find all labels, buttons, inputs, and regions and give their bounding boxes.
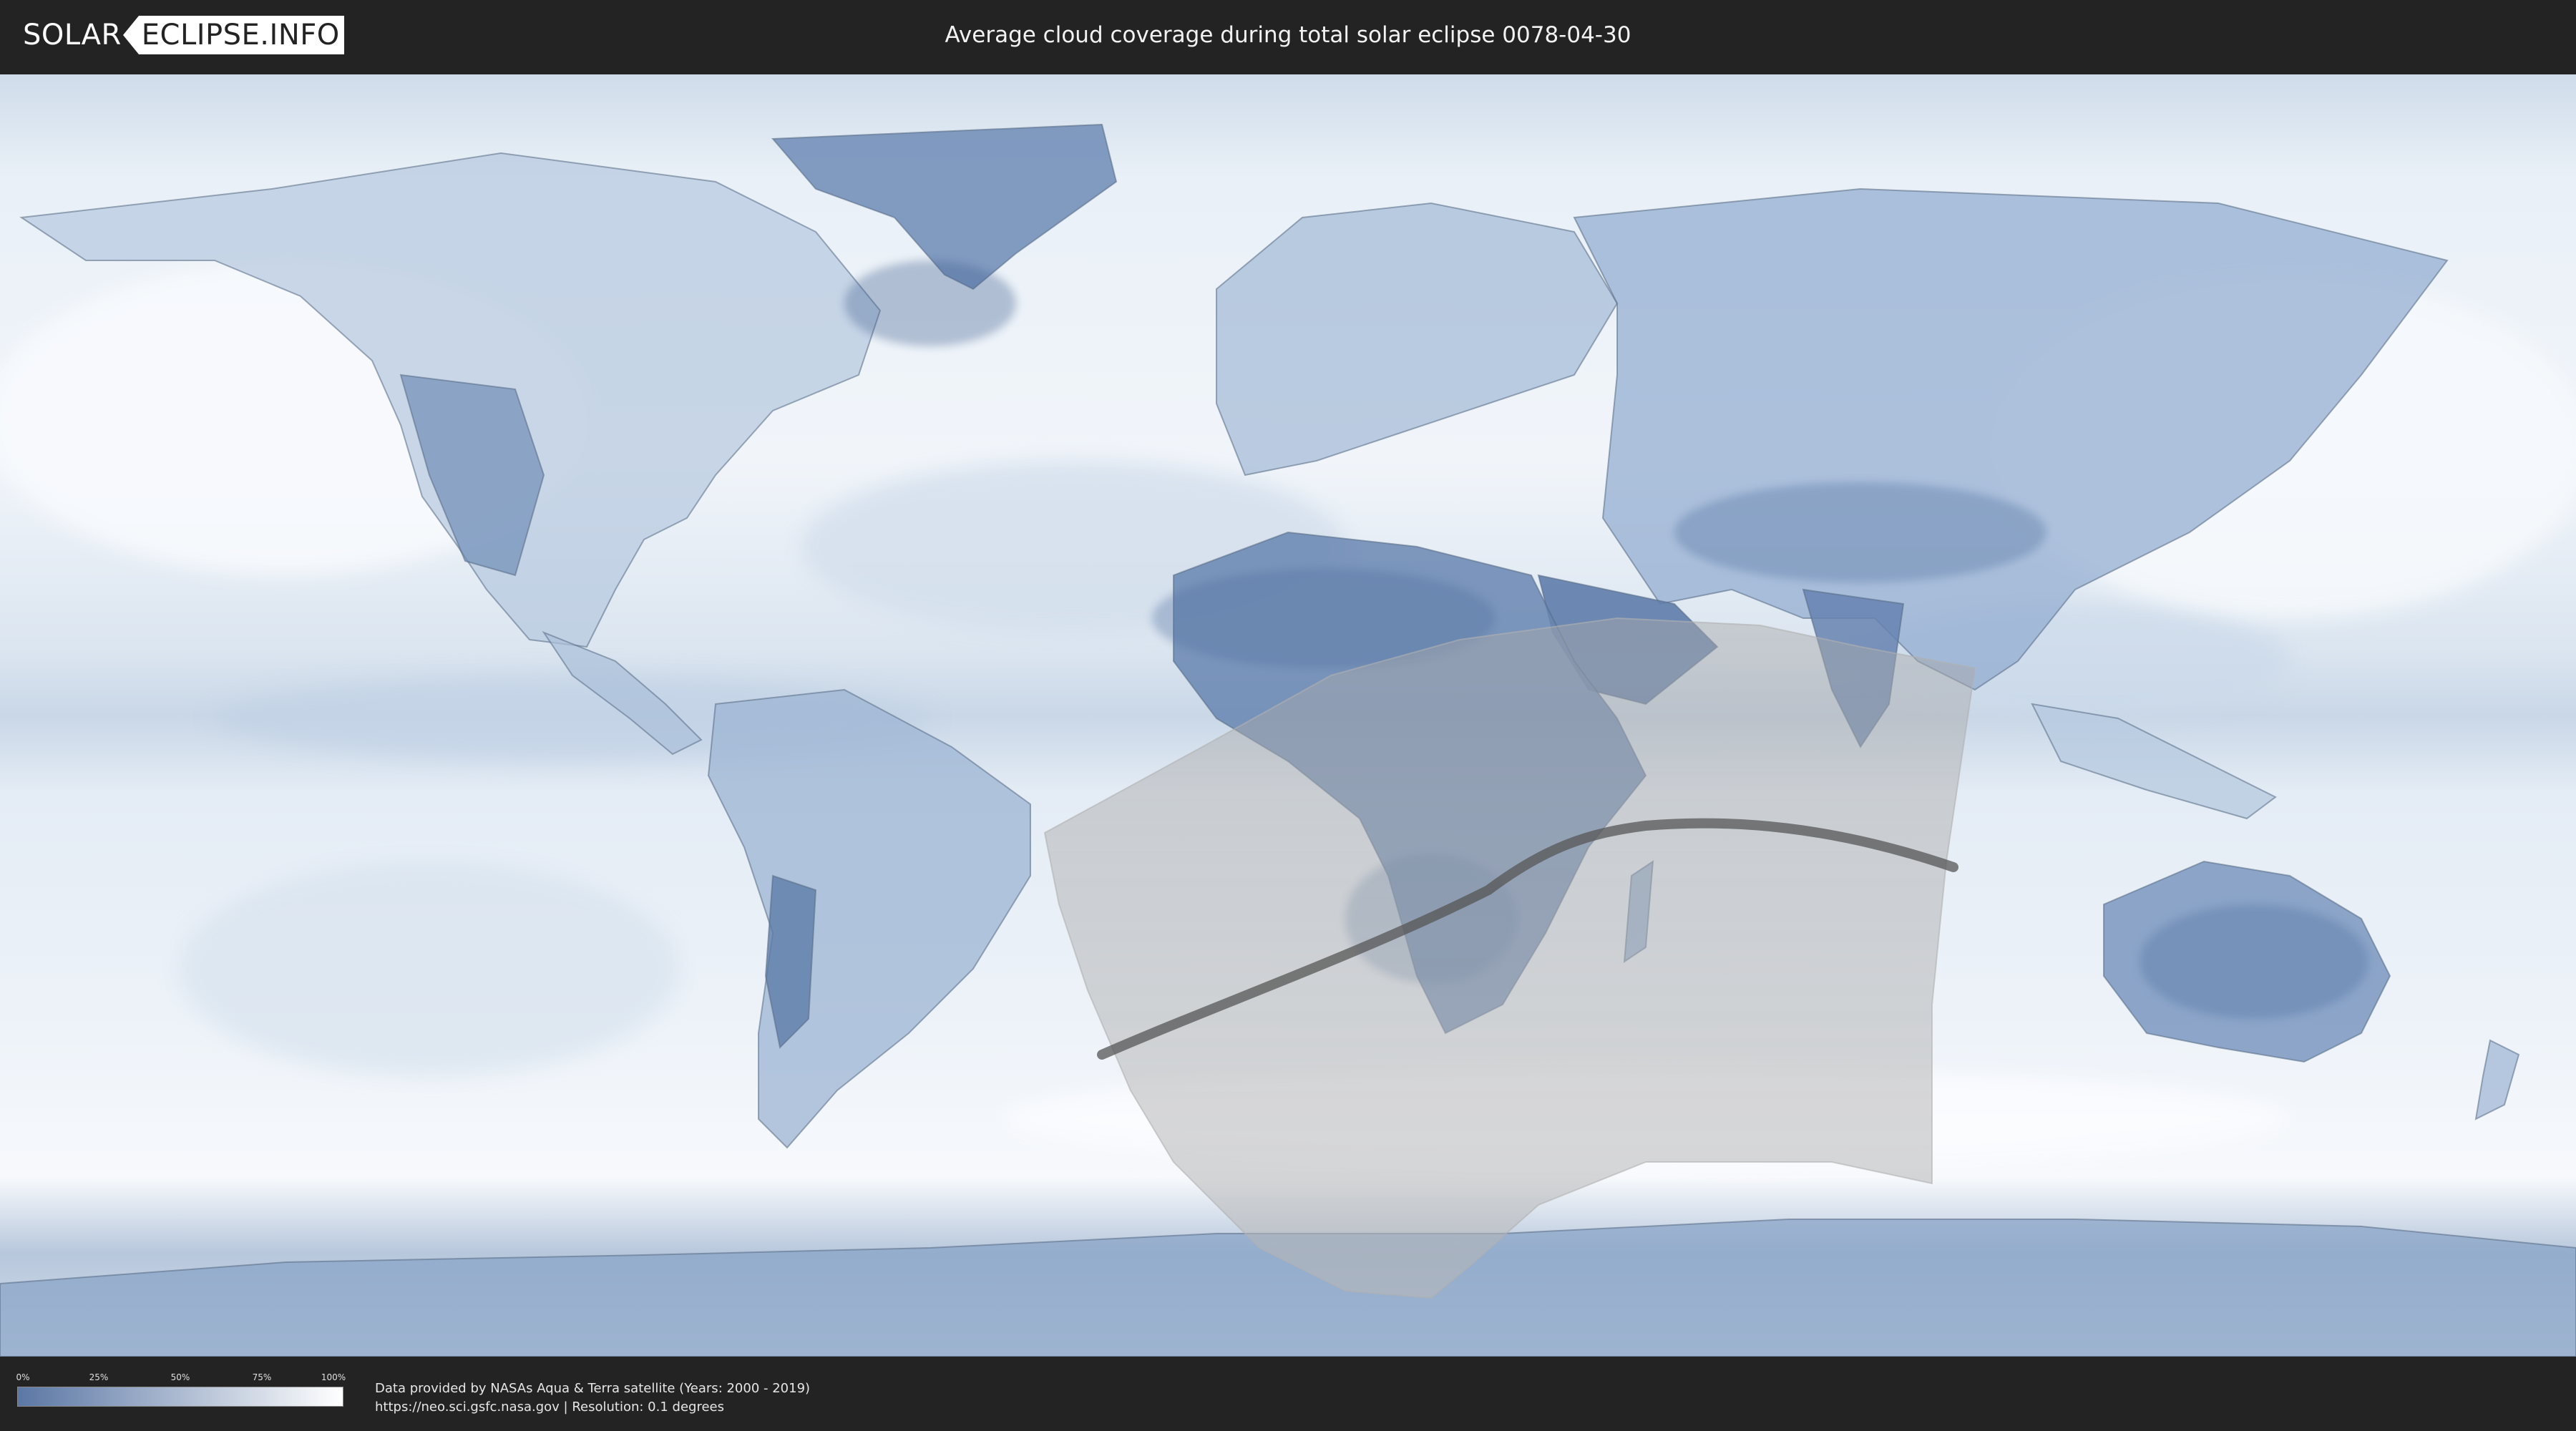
credits-line-source: Data provided by NASAs Aqua & Terra sate… (375, 1381, 811, 1396)
legend-tick-50: 50% (170, 1372, 190, 1382)
legend-tick-75: 75% (252, 1372, 272, 1382)
page: SOLAR ECLIPSE.INFO Average cloud coverag… (0, 0, 2576, 1431)
cloud-coverage-legend: 0% 25% 50% 75% 100% (16, 1372, 346, 1412)
header-bar: SOLAR ECLIPSE.INFO Average cloud coverag… (0, 0, 2576, 72)
data-credits: Data provided by NASAs Aqua & Terra sate… (375, 1379, 810, 1417)
footer-bar: 0% 25% 50% 75% 100% Data provided by NAS… (0, 1357, 2576, 1431)
legend-tick-0: 0% (16, 1372, 30, 1382)
world-map-svg (0, 74, 2576, 1357)
credits-line-url: https://neo.sci.gsfc.nasa.gov | Resoluti… (375, 1400, 724, 1415)
page-title: Average cloud coverage during total sola… (945, 22, 1631, 48)
cloud-coverage-map[interactable] (0, 74, 2576, 1357)
legend-tick-25: 25% (89, 1372, 109, 1382)
legend-tick-100: 100% (321, 1372, 346, 1382)
legend-gradient-bar (17, 1387, 343, 1407)
